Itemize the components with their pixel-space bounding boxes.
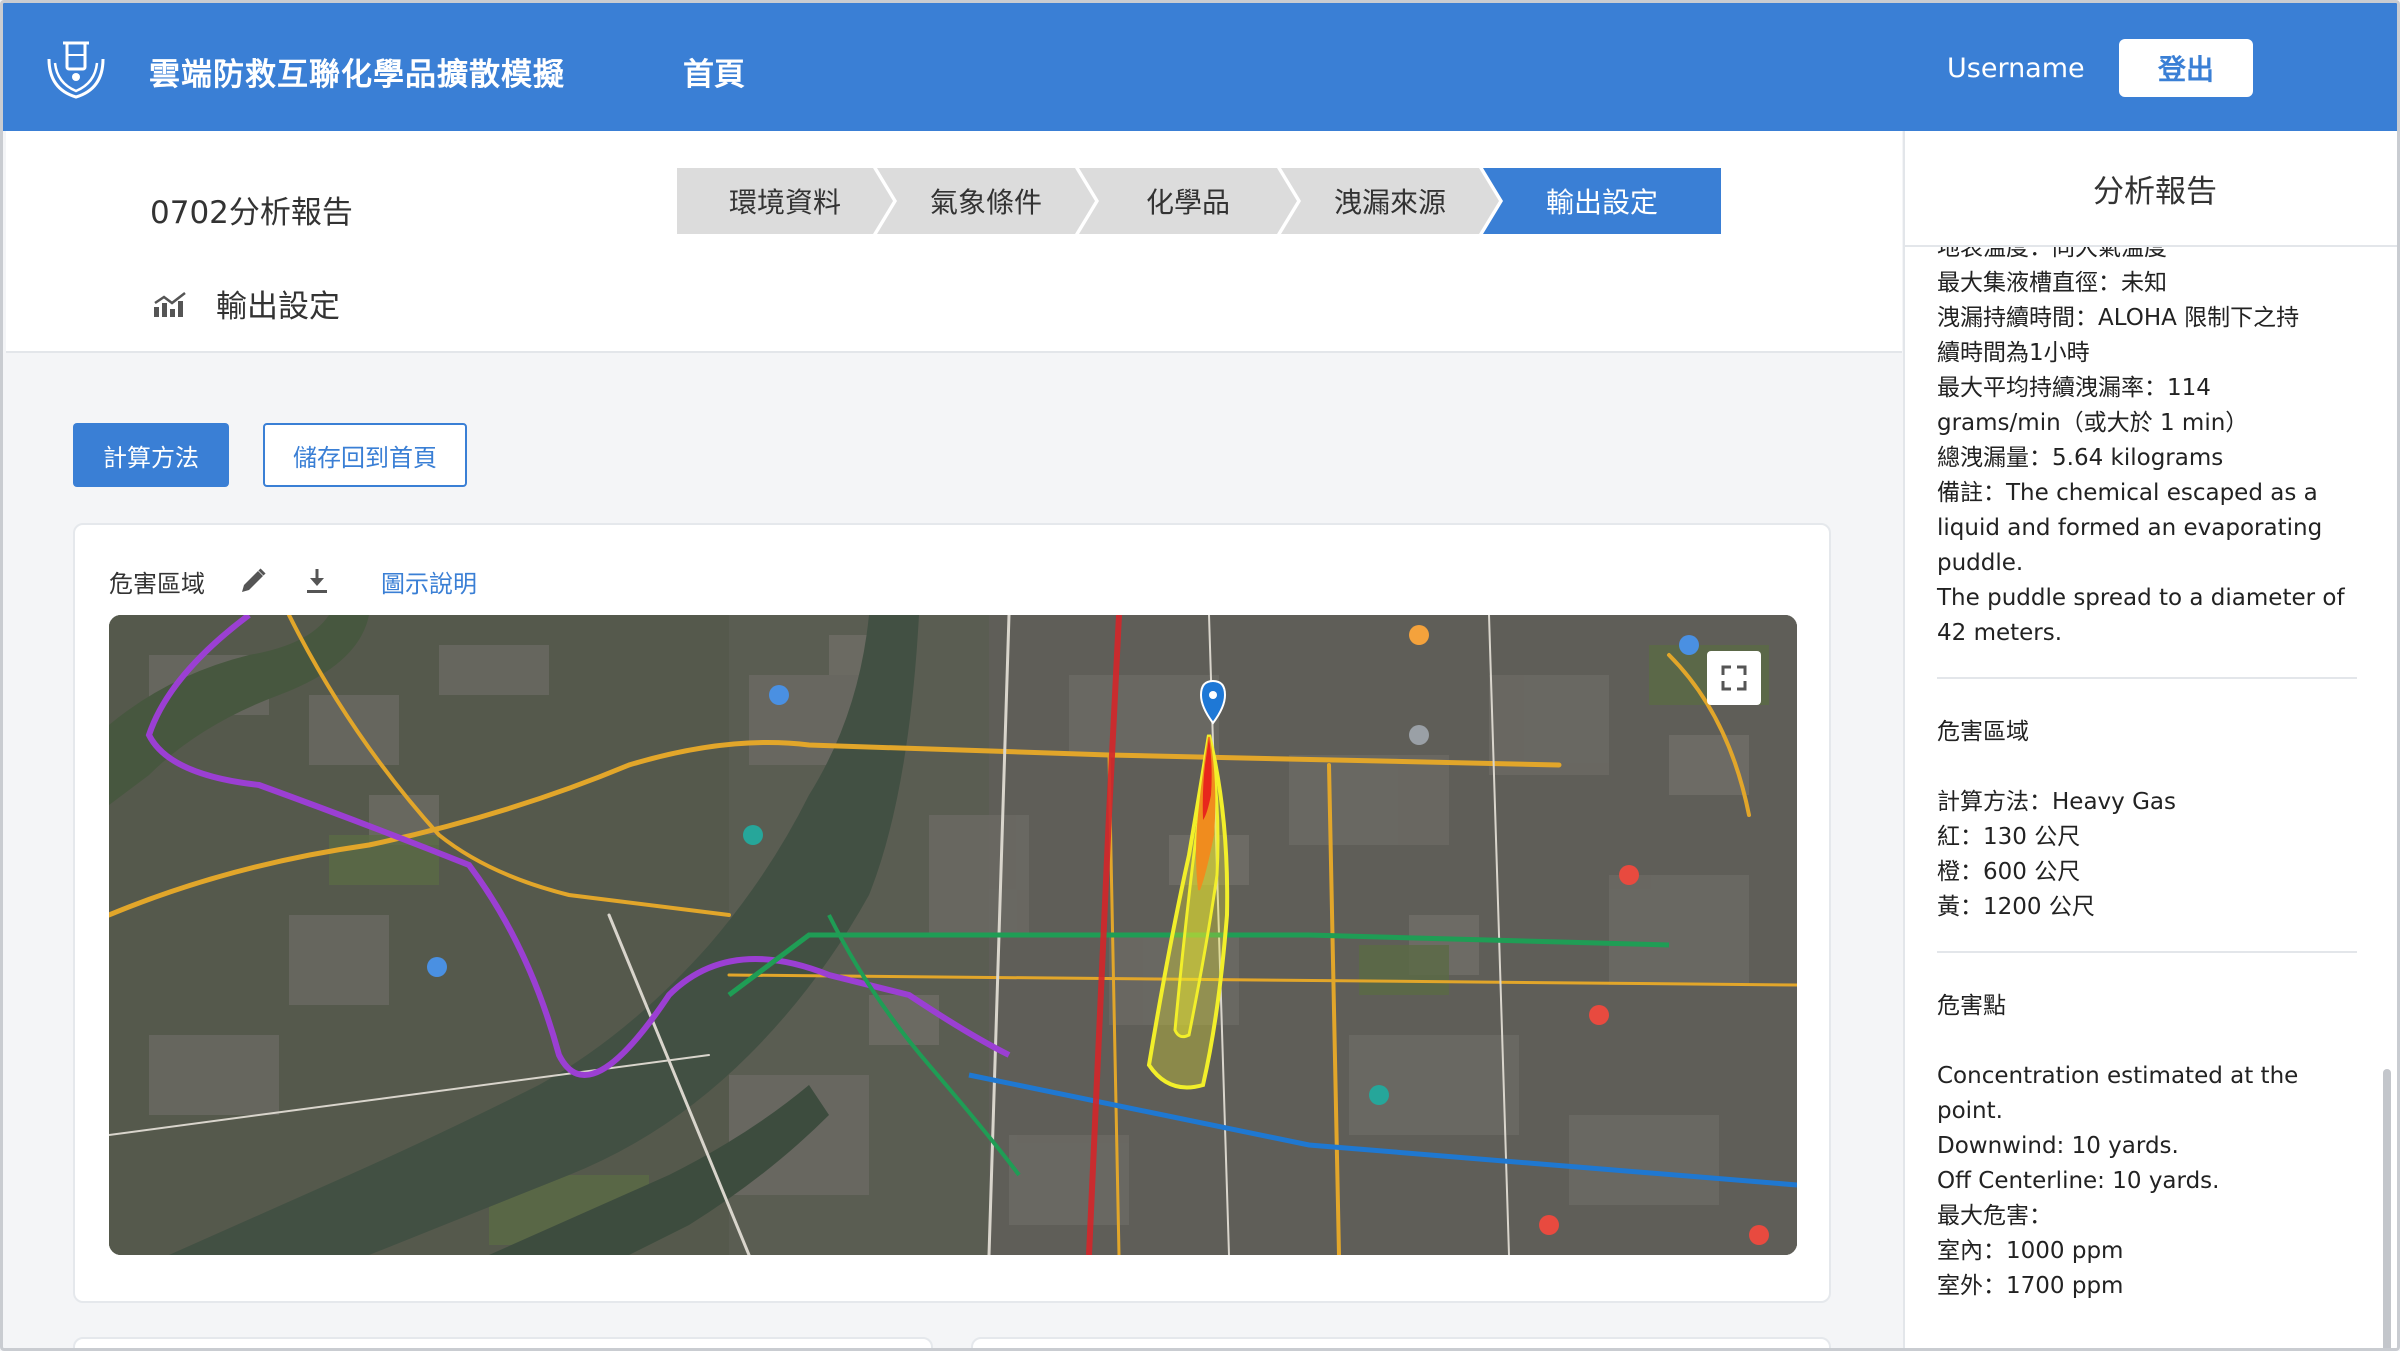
app-title: 雲端防救互聯化學品擴散模擬	[149, 57, 565, 93]
report-line: 洩漏持續時間：ALOHA 限制下之持	[1937, 305, 2300, 331]
edit-icon[interactable]	[237, 565, 269, 597]
card-label: 危害區域	[109, 569, 205, 598]
step-label: 輸出設定	[1545, 186, 1658, 219]
report-line: Downwind: 10 yards.	[1937, 1133, 2179, 1159]
nav-home-link[interactable]: 首頁	[683, 49, 745, 94]
report-line: liquid and formed an evaporating	[1937, 515, 2323, 541]
top-navbar: 雲端防救互聯化學品擴散模擬 首頁 Username 登出	[3, 3, 2397, 131]
app-logo-icon	[47, 41, 105, 99]
hazard-point-heading: 危害點	[1937, 993, 2006, 1019]
legend-link[interactable]: 圖示說明	[381, 564, 477, 599]
step-label: 洩漏來源	[1333, 186, 1446, 219]
logout-button[interactable]: 登出	[2119, 39, 2253, 97]
report-line: 最大危害：	[1937, 1203, 2052, 1229]
section-title: 輸出設定	[216, 289, 340, 325]
report-line: 計算方法：Heavy Gas	[1937, 789, 2176, 815]
fullscreen-icon[interactable]	[1707, 651, 1761, 705]
save-return-home-button[interactable]: 儲存回到首頁	[263, 423, 467, 487]
step-label: 化學品	[1145, 186, 1230, 219]
report-line: 橙：600 公尺	[1937, 859, 2081, 885]
report-line: point.	[1937, 1098, 2003, 1124]
hazard-zone-card: 危害區域 圖示說明	[73, 523, 1831, 1303]
result-card	[73, 1337, 933, 1348]
report-line: 最大集液槽直徑：未知	[1937, 270, 2167, 296]
step-chemical[interactable]: 化學品	[1079, 168, 1297, 234]
analysis-report-panel[interactable]: 分析報告 地表溫度：同大氣溫度 最大集液槽直徑：未知 洩漏持續時間：ALOHA …	[1903, 131, 2397, 1348]
report-panel-title: 分析報告	[2093, 173, 2217, 210]
result-card	[971, 1337, 1831, 1348]
step-environment[interactable]: 環境資料	[677, 168, 893, 234]
download-icon[interactable]	[301, 565, 333, 597]
satellite-map	[109, 615, 1797, 1255]
divider	[1937, 951, 2357, 953]
step-label: 環境資料	[728, 186, 841, 219]
hazard-zone-heading: 危害區域	[1937, 719, 2029, 745]
section-heading: 輸出設定	[152, 281, 340, 326]
report-body: 地表溫度：同大氣溫度 最大集液槽直徑：未知 洩漏持續時間：ALOHA 限制下之持…	[1937, 231, 2357, 1304]
step-weather[interactable]: 氣象條件	[877, 168, 1095, 234]
report-line: 紅：130 公尺	[1937, 824, 2081, 850]
report-line: Off Centerline: 10 yards.	[1937, 1168, 2220, 1194]
report-line: 最大平均持續洩漏率：114	[1937, 375, 2211, 401]
report-line: puddle.	[1937, 550, 2024, 576]
username-label: Username	[1947, 53, 2085, 84]
report-scrollbar[interactable]	[2383, 1069, 2391, 1348]
step-release-source[interactable]: 洩漏來源	[1281, 168, 1499, 234]
report-line: 室內：1000 ppm	[1937, 1238, 2124, 1264]
step-label: 氣象條件	[929, 186, 1042, 219]
calc-method-button[interactable]: 計算方法	[73, 423, 229, 487]
page-header-panel: 0702分析報告 輸出設定	[6, 131, 1902, 353]
report-line: grams/min（或大於 1 min）	[1937, 410, 2249, 436]
report-line: 總洩漏量：5.64 kilograms	[1937, 445, 2224, 471]
report-line: 備註：The chemical escaped as a	[1937, 480, 2318, 506]
report-panel-header: 分析報告	[1905, 131, 2397, 247]
divider	[1937, 677, 2357, 679]
report-line: 續時間為1小時	[1937, 340, 2090, 366]
report-title: 0702分析報告	[150, 195, 353, 231]
chart-icon	[154, 291, 186, 317]
report-line: 42 meters.	[1937, 620, 2063, 646]
report-line: The puddle spread to a diameter of	[1937, 585, 2345, 611]
map-view[interactable]	[109, 615, 1797, 1255]
card-toolbar: 危害區域 圖示說明	[109, 561, 477, 601]
report-line: 室外：1700 ppm	[1937, 1273, 2124, 1299]
step-output-settings[interactable]: 輸出設定	[1483, 168, 1721, 234]
report-line: 黃：1200 公尺	[1937, 894, 2095, 920]
report-line: Concentration estimated at the	[1937, 1063, 2299, 1089]
wizard-stepper: 環境資料 氣象條件 化學品 洩漏來源 輸出設定	[677, 168, 1721, 234]
app-window: 雲端防救互聯化學品擴散模擬 首頁 Username 登出 0702分析報告 輸出…	[0, 0, 2400, 1351]
